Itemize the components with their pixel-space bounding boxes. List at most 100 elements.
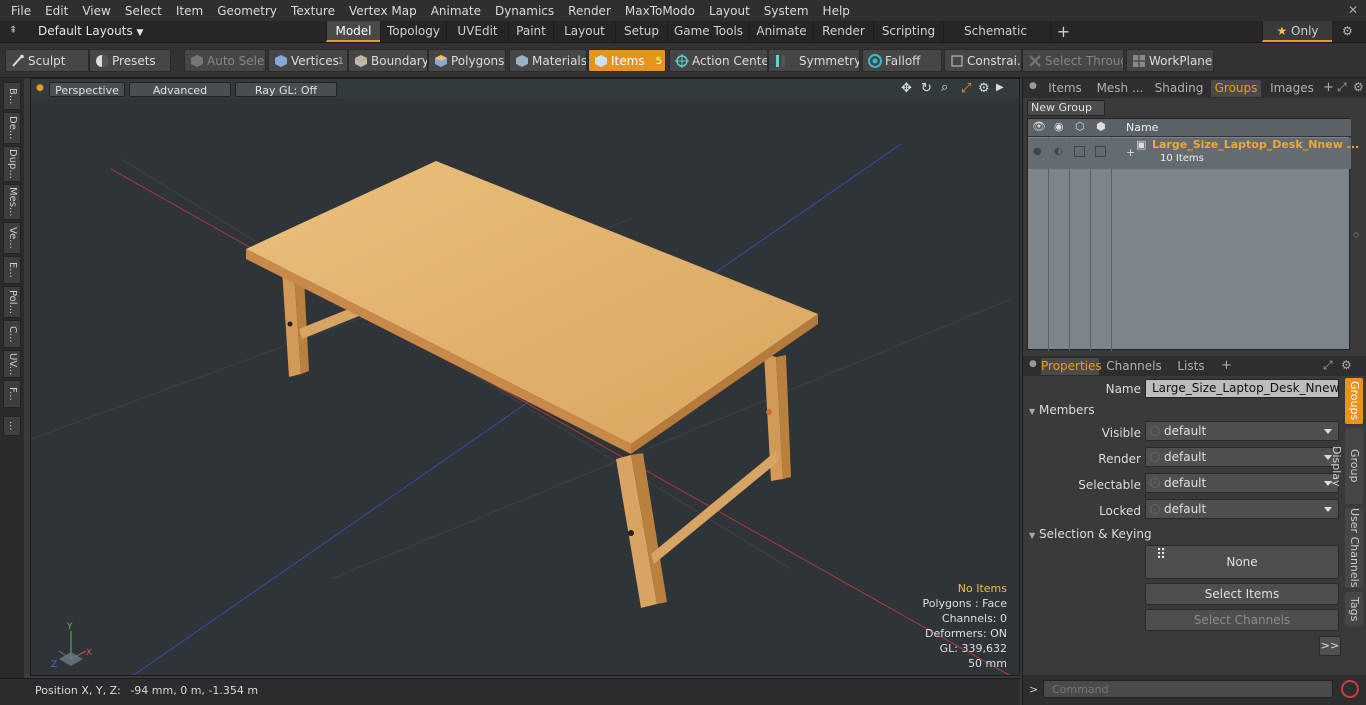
group-name[interactable]: Large_Size_Laptop_Desk_Nnew ... — [1152, 138, 1359, 151]
left-tab-curve[interactable]: C... — [3, 320, 21, 348]
desk-model[interactable] — [246, 161, 818, 608]
selectable-dropdown[interactable]: default — [1145, 473, 1339, 493]
panel-dot-icon[interactable]: ● — [1029, 81, 1037, 91]
scroll-handle-icon[interactable]: ◇ — [1353, 230, 1359, 239]
polygons-button[interactable]: Polygons — [428, 49, 506, 72]
row-lock-checkbox[interactable] — [1095, 146, 1106, 157]
select-through-button[interactable]: Select Through — [1022, 49, 1124, 72]
tab-channels[interactable]: Channels — [1105, 358, 1163, 375]
eye-icon[interactable]: 👁 — [1032, 120, 1046, 133]
menu-item[interactable]: Item — [169, 4, 210, 18]
layouts-dropdown[interactable]: Default Layouts ▼ — [38, 24, 143, 38]
presets-button[interactable]: Presets — [89, 49, 171, 72]
left-tab-basic[interactable]: B... — [3, 82, 21, 110]
record-icon[interactable] — [1341, 680, 1359, 698]
tab-uvedit[interactable]: UVEdit — [446, 21, 508, 42]
tab-paint[interactable]: Paint — [508, 21, 553, 42]
tab-images[interactable]: Images — [1265, 80, 1319, 97]
menu-help[interactable]: Help — [816, 4, 857, 18]
tab-topology[interactable]: Topology — [380, 21, 446, 42]
add-props-tab-icon[interactable]: + — [1221, 358, 1232, 373]
left-tab-fusion[interactable]: F... — [3, 380, 21, 408]
expand-icon[interactable]: + — [1126, 146, 1135, 159]
panel-expand-icon[interactable]: ⤢ — [1337, 80, 1347, 95]
move-view-icon[interactable]: ✥ — [901, 81, 912, 96]
selection-keying-section[interactable]: ▼ Selection & Keying — [1029, 527, 1152, 541]
left-tab-polygon[interactable]: Pol... — [3, 286, 21, 318]
side-tab-groups[interactable]: Groups — [1345, 378, 1363, 424]
tab-render[interactable]: Render — [813, 21, 873, 42]
left-tab-mesh-edit[interactable]: Mes... — [3, 184, 21, 220]
viewport-expand-icon[interactable]: ▶ — [996, 82, 1004, 93]
raygl-button[interactable]: Ray GL: Off — [235, 82, 337, 97]
group-row[interactable]: ● ◐ + ▣ Large_Size_Laptop_Desk_Nnew ... … — [1028, 138, 1359, 169]
boundary-button[interactable]: Boundary — [348, 49, 428, 72]
row-select-checkbox[interactable] — [1074, 146, 1085, 157]
lock-icon[interactable]: ⬢ — [1096, 120, 1106, 133]
command-input[interactable] — [1043, 680, 1333, 698]
tab-mesh[interactable]: Mesh ... — [1093, 80, 1147, 97]
menu-layout[interactable]: Layout — [702, 4, 757, 18]
row-eye-icon[interactable]: ● — [1033, 146, 1042, 157]
3d-viewport[interactable]: ● Perspective Advanced Ray GL: Off ✥ ↻ ⌕… — [30, 78, 1020, 676]
tab-game-tools[interactable]: Game Tools — [667, 21, 749, 42]
menu-maxtomodo[interactable]: MaxToModo — [618, 4, 702, 18]
new-group-button[interactable]: New Group — [1027, 100, 1105, 116]
menu-system[interactable]: System — [757, 4, 816, 18]
menu-geometry[interactable]: Geometry — [210, 4, 284, 18]
visible-dropdown[interactable]: default — [1145, 421, 1339, 441]
menu-animate[interactable]: Animate — [424, 4, 488, 18]
tab-model[interactable]: Model — [326, 21, 380, 42]
menu-edit[interactable]: Edit — [38, 4, 75, 18]
add-panel-tab-icon[interactable]: + — [1323, 80, 1334, 95]
props-dot-icon[interactable]: ● — [1029, 359, 1037, 369]
workplane-button[interactable]: WorkPlane — [1126, 49, 1214, 72]
viewport-gear-icon[interactable]: ⚙ — [978, 81, 990, 96]
left-tab-deform[interactable]: De... — [3, 112, 21, 144]
group-list[interactable]: 👁 ◉ ⬡ ⬢ Name ● ◐ + ▣ Large_Size_Laptop_D… — [1027, 118, 1359, 351]
tab-scripting[interactable]: Scripting — [873, 21, 943, 42]
left-tab-vertex[interactable]: Ve... — [3, 222, 21, 254]
zoom-view-icon[interactable]: ⌕ — [941, 80, 948, 95]
maximize-view-icon[interactable]: ⤢ — [961, 81, 971, 96]
tab-schematic-fusion[interactable]: Schematic Fusion — [943, 21, 1047, 59]
members-section[interactable]: ▼ Members — [1029, 403, 1095, 417]
render-icon[interactable]: ◉ — [1054, 120, 1064, 133]
action-center-button[interactable]: Action Center — [669, 49, 768, 72]
panel-gear-icon[interactable]: ⚙ — [1353, 80, 1364, 94]
left-tab-edge[interactable]: E... — [3, 256, 21, 284]
menu-select[interactable]: Select — [118, 4, 169, 18]
auto-select-button[interactable]: Auto Select — [184, 49, 266, 72]
add-tab-icon[interactable]: + — [1050, 21, 1076, 42]
tab-layout[interactable]: Layout — [553, 21, 615, 42]
select-channels-button[interactable]: Select Channels — [1145, 609, 1339, 631]
symmetry-button[interactable]: Symmetry — [768, 49, 860, 72]
menu-file[interactable]: File — [4, 4, 38, 18]
tab-shading[interactable]: Shading — [1151, 80, 1207, 97]
menu-dynamics[interactable]: Dynamics — [488, 4, 561, 18]
render-dropdown[interactable]: default — [1145, 447, 1339, 467]
left-tab-uv[interactable]: UV... — [3, 350, 21, 378]
props-gear-icon[interactable]: ⚙ — [1341, 358, 1352, 372]
layout-up-icon[interactable]: ⇞ — [9, 25, 17, 36]
more-button[interactable]: >> — [1319, 636, 1341, 656]
side-tab-group-display[interactable]: Group Display — [1330, 428, 1363, 504]
props-expand-icon[interactable]: ⤢ — [1323, 358, 1333, 373]
scene-canvas[interactable]: Y X Z — [31, 99, 1020, 676]
row-render-icon[interactable]: ◐ — [1054, 146, 1063, 157]
tab-lists[interactable]: Lists — [1169, 358, 1213, 375]
sculpt-button[interactable]: Sculpt — [5, 49, 89, 72]
only-toggle[interactable]: ★ Only — [1262, 21, 1332, 42]
menu-render[interactable]: Render — [561, 4, 618, 18]
tab-animate[interactable]: Animate — [749, 21, 813, 42]
constraints-button[interactable]: Constrai... — [944, 49, 1022, 72]
select-items-button[interactable]: Select Items — [1145, 583, 1339, 605]
items-button[interactable]: Items 5 — [588, 49, 666, 72]
select-icon[interactable]: ⬡ — [1075, 120, 1085, 133]
rotate-view-icon[interactable]: ↻ — [921, 81, 932, 96]
advanced-button[interactable]: Advanced — [129, 82, 231, 97]
tab-setup[interactable]: Setup — [615, 21, 667, 42]
locked-dropdown[interactable]: default — [1145, 499, 1339, 519]
close-icon[interactable]: ✕ — [1348, 3, 1358, 17]
left-tab-more[interactable]: ... — [3, 416, 21, 436]
